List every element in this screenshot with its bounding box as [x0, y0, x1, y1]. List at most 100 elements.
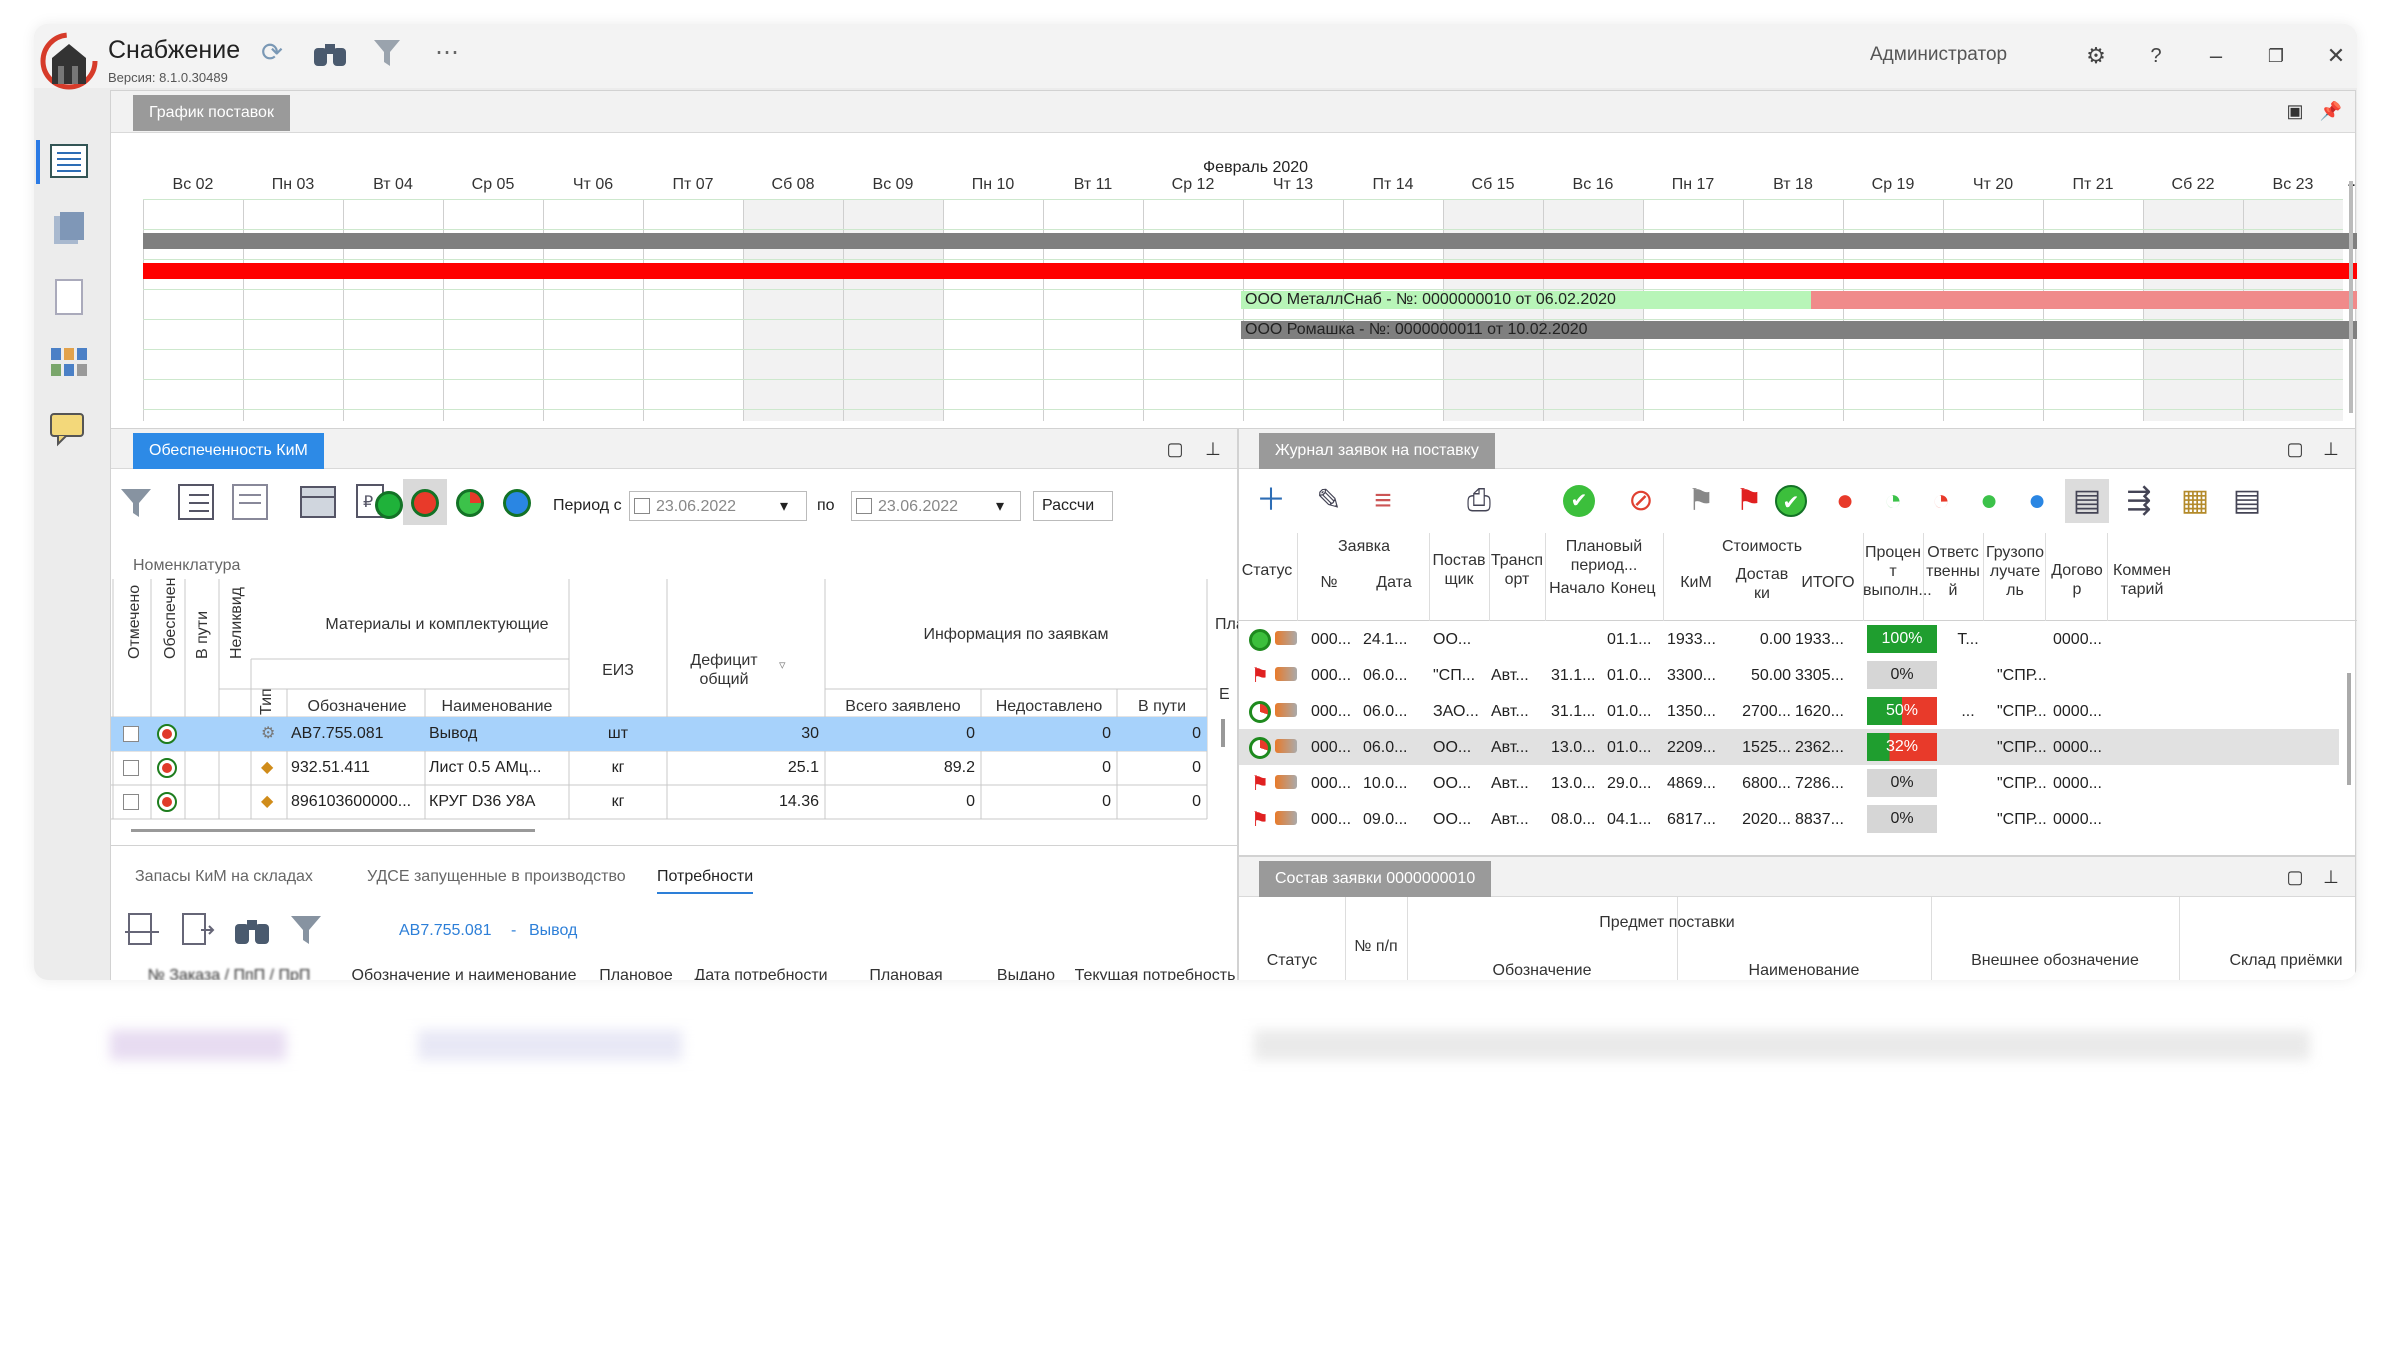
check-circle-icon[interactable]: ✔	[1775, 485, 1807, 517]
col-responsible[interactable]: Ответс твенны й	[1925, 543, 1981, 600]
calendar-dropdown-icon[interactable]: ▾	[996, 496, 1004, 516]
col-type[interactable]: Тип	[257, 685, 276, 715]
col-e[interactable]: Е	[1219, 685, 1239, 704]
maximize-button[interactable]: ▢	[2283, 865, 2307, 889]
col-total-requested[interactable]: Всего заявлено	[825, 697, 981, 716]
col-num[interactable]: № п/п	[1345, 937, 1407, 956]
table-row[interactable]: ⚑ 000... 10.0... ОО... Авт... 13.0... 29.0... 4…	[1239, 765, 2339, 801]
col-undelivered[interactable]: Недоставлено	[981, 697, 1117, 716]
col-consignee[interactable]: Грузопо лучате ль	[1985, 543, 2045, 600]
filter-icon[interactable]	[370, 34, 408, 70]
books-icon[interactable]	[48, 208, 90, 250]
col-contract[interactable]: Догово р	[2047, 561, 2107, 599]
approve-icon[interactable]: ✔	[1563, 485, 1595, 517]
blue-circle-icon[interactable]: ●	[2015, 479, 2059, 523]
green-status-icon[interactable]	[375, 491, 403, 519]
calculate-button[interactable]: Рассчи	[1033, 491, 1113, 521]
maximize-button[interactable]: ▢	[1163, 437, 1187, 461]
col-marked[interactable]: Отмечено	[125, 585, 144, 659]
filter-icon[interactable]	[287, 908, 329, 950]
active-filter-icon[interactable]: ▤	[2065, 479, 2109, 523]
user-name[interactable]: Администратор	[1870, 44, 2007, 66]
col-request-group[interactable]: Заявка	[1299, 537, 1429, 556]
table-row[interactable]: ⚙ АВ7.755.081 Вывод шт 30 0 0 0	[111, 717, 1207, 751]
link-name[interactable]: Вывод	[529, 922, 577, 940]
tab-journal[interactable]: Журнал заявок на поставку	[1259, 433, 1495, 469]
green-circle-icon[interactable]: ●	[1967, 479, 2011, 523]
supply-hscroll[interactable]	[131, 829, 535, 832]
list-icon[interactable]	[48, 140, 90, 182]
table-row[interactable]: 000... 24.1... ОО... 01.1... 1933... 0.00 1933…	[1239, 621, 2339, 657]
pin-icon[interactable]: 📌	[2319, 99, 2343, 123]
col-provided[interactable]: Обеспечен	[161, 578, 180, 659]
col-supplier[interactable]: Постав щик	[1429, 551, 1489, 589]
col-illiquid[interactable]: Неликвид	[227, 585, 246, 659]
supply-vscroll[interactable]	[1221, 719, 1225, 747]
binoculars-icon[interactable]	[310, 34, 350, 70]
filter-mark-icon[interactable]: ▿	[779, 657, 786, 673]
col-total[interactable]: ИТОГО	[1795, 573, 1861, 592]
flag-red-icon[interactable]: ⚑	[1727, 479, 1771, 523]
col-deficit[interactable]: Дефицит общий	[679, 651, 769, 689]
col-percent[interactable]: Процен т выполн...	[1863, 543, 1932, 600]
help-button[interactable]: ?	[2136, 38, 2176, 74]
tab-bottom[interactable]: Запасы КиМ на складах	[135, 868, 313, 892]
col-start[interactable]: Начало	[1549, 579, 1605, 598]
partial-status-icon[interactable]	[456, 489, 484, 517]
document-arrow-icon[interactable]	[175, 908, 217, 950]
chat-icon[interactable]	[48, 408, 90, 450]
col-status[interactable]: Статус	[1239, 951, 1345, 970]
refresh-icon[interactable]: ⟳	[254, 34, 290, 70]
minimize-button[interactable]: –	[2196, 38, 2236, 74]
column-header[interactable]: Обозначение и наименование	[347, 966, 581, 980]
col-external-designation[interactable]: Внешнее обозначение	[1931, 951, 2179, 970]
dashboard-icon[interactable]	[48, 342, 90, 384]
table-row[interactable]: ◆ 896103600000... КРУГ D36 У8А кг 14.36 0 0 0	[111, 785, 1207, 819]
col-transit-flag[interactable]: В пути	[193, 599, 212, 659]
binoculars-icon[interactable]	[231, 908, 273, 950]
col-kim[interactable]: КиМ	[1663, 573, 1729, 592]
tab-supply[interactable]: Обеспеченность КиМ	[133, 433, 324, 469]
add-icon[interactable]: ＋	[1249, 479, 1293, 523]
tab-composition[interactable]: Состав заявки 0000000010	[1259, 861, 1492, 897]
table-icon[interactable]	[297, 481, 339, 523]
date-from-field[interactable]: 23.06.2022 ▾	[629, 491, 807, 521]
column-header[interactable]: Дата потребности	[691, 966, 831, 980]
col-status[interactable]: Статус	[1239, 561, 1295, 580]
list-icon[interactable]	[229, 481, 271, 523]
col-end[interactable]: Конец	[1605, 579, 1661, 598]
column-header[interactable]: Плановое количество	[581, 966, 691, 980]
col-cost-group[interactable]: Стоимость	[1663, 537, 1861, 556]
filter-icon[interactable]	[117, 481, 159, 523]
col-name[interactable]: Наименование	[425, 697, 569, 716]
column-header[interactable]: Плановая потребность	[831, 966, 981, 980]
col-comment[interactable]: Коммен тарий	[2109, 561, 2175, 599]
col-date[interactable]: Дата	[1359, 573, 1429, 592]
export-icon[interactable]: ⇶	[2117, 479, 2161, 523]
delivery-bar-metallsnab-overdue[interactable]	[1811, 291, 2357, 309]
tab-bottom[interactable]: УДСЕ запущенные в производство	[367, 868, 626, 892]
delivery-bar-romashka[interactable]: ООО Ромашка - №: 0000000011 от 10.02.202…	[1241, 321, 2357, 339]
settings-gear-icon[interactable]: ⚙	[2076, 38, 2116, 74]
pin-icon[interactable]: ⊥	[2319, 865, 2343, 889]
date-to-checkbox[interactable]	[856, 498, 872, 514]
col-in-transit[interactable]: В пути	[1117, 697, 1207, 716]
maximize-button[interactable]: ▢	[2283, 437, 2307, 461]
calendar-dropdown-icon[interactable]: ▾	[780, 496, 788, 516]
half-red-icon[interactable]: ◔	[1919, 479, 1963, 523]
table-row[interactable]: ⚑ 000... 09.0... ОО... Авт... 08.0... 04.1... 6…	[1239, 801, 2339, 837]
more-icon[interactable]: ⋯	[430, 34, 464, 70]
checklist-icon[interactable]	[175, 481, 217, 523]
close-button[interactable]: ✕	[2316, 38, 2356, 74]
col-unit[interactable]: ЕИЗ	[569, 661, 667, 680]
print-icon[interactable]: ⎙	[1457, 479, 1501, 523]
col-transport[interactable]: Трансп орт	[1489, 551, 1545, 589]
col-subject-group[interactable]: Предмет поставки	[1407, 913, 1927, 932]
col-designation[interactable]: Обозначение	[1407, 961, 1677, 980]
tab-bottom[interactable]: Потребности	[657, 868, 754, 894]
row-checkbox[interactable]	[123, 760, 139, 776]
link-code[interactable]: АВ7.755.081	[399, 922, 492, 940]
column-header[interactable]: Выдано	[981, 966, 1071, 980]
flag-gray-icon[interactable]: ⚑	[1679, 479, 1723, 523]
pin-icon[interactable]: ⊥	[2319, 437, 2343, 461]
